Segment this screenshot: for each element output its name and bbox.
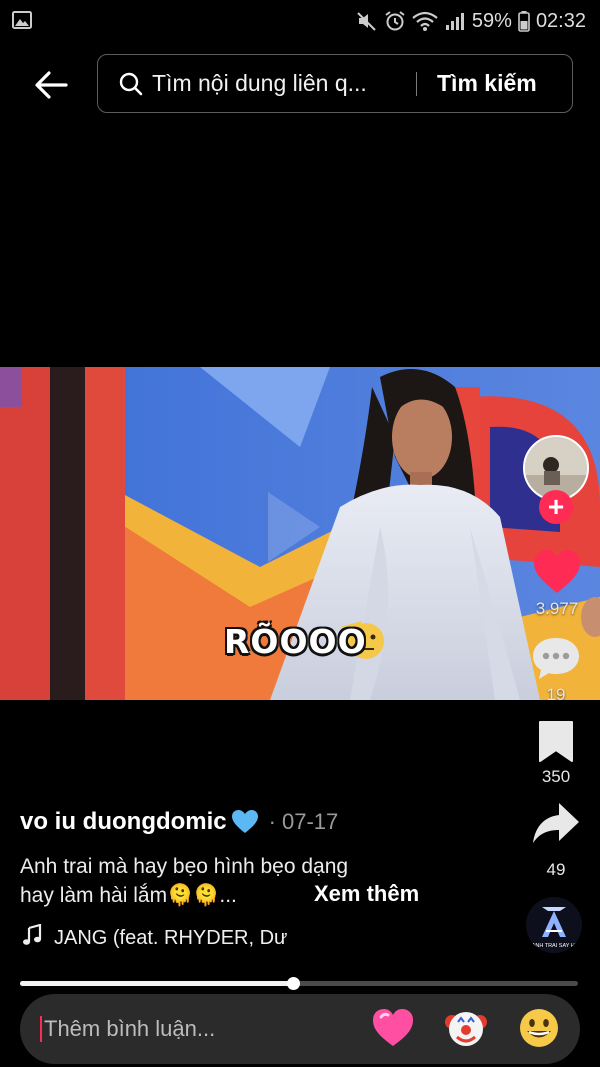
wifi-icon — [412, 11, 438, 31]
search-divider — [416, 71, 417, 96]
music-disc-label: ANH TRAI SAY HI — [532, 943, 577, 949]
post-date: 07-17 — [281, 809, 339, 834]
progress-bar[interactable] — [20, 977, 578, 990]
share-count: 49 — [546, 860, 566, 879]
comment-button[interactable]: 19 — [521, 635, 591, 705]
post-description: Anh trai mà hay bẹo hình bẹo dạng hay là… — [20, 852, 520, 910]
back-arrow-icon — [35, 71, 68, 99]
search-button[interactable]: Tìm kiếm — [437, 70, 537, 97]
music-track[interactable]: JANG (feat. RHYDER, Dư — [22, 923, 288, 952]
comment-bubble-icon — [533, 638, 579, 679]
gallery-icon — [12, 11, 32, 29]
grin-emoji-button[interactable] — [517, 1006, 561, 1050]
see-more-link[interactable]: Xem thêm — [314, 881, 419, 907]
separator-dot: · — [268, 809, 276, 834]
search-icon — [119, 72, 143, 95]
music-note-icon — [22, 923, 42, 952]
music-disc-logo: ANH TRAI SAY HI — [526, 897, 582, 953]
music-title: JANG (feat. RHYDER, Dư — [54, 926, 288, 949]
battery-percent: 59% — [471, 9, 512, 32]
follow-button[interactable]: + — [539, 490, 573, 524]
progress-thumb[interactable] — [287, 977, 301, 990]
battery-icon — [518, 11, 530, 32]
save-count: 350 — [541, 767, 571, 786]
comment-count: 19 — [546, 685, 566, 704]
comment-bar: Thêm bình luận... — [20, 994, 580, 1064]
text-caret — [40, 1016, 42, 1042]
bookmark-icon — [539, 721, 573, 762]
back-button[interactable] — [28, 62, 74, 108]
search-box[interactable]: Tìm nội dung liên q... Tìm kiếm — [97, 54, 573, 113]
heart-emoji-button[interactable] — [371, 1006, 415, 1050]
video-caption-overlay: RÕOOO — [224, 622, 367, 661]
alarm-icon — [385, 11, 405, 31]
description-line-1: Anh trai mà hay bẹo hình bẹo dạng — [20, 855, 349, 878]
save-button[interactable]: 350 — [521, 719, 591, 787]
blue-heart-icon — [231, 810, 258, 833]
share-arrow-icon — [533, 803, 579, 843]
username[interactable]: vo iu duongdomic — [20, 808, 227, 836]
mute-icon — [357, 12, 376, 31]
description-line-2: hay làm hài lắm🫠🫠... — [20, 884, 237, 907]
clown-emoji-button[interactable] — [444, 1006, 488, 1050]
plus-icon: + — [547, 491, 565, 522]
share-button[interactable]: 49 — [521, 800, 591, 880]
status-bar: 59% 02:32 — [0, 0, 600, 42]
username-row: vo iu duongdomic · 07-17 — [20, 808, 338, 836]
comment-input[interactable]: Thêm bình luận... — [44, 1016, 364, 1042]
status-icons: 59% 02:32 — [356, 8, 586, 34]
heart-icon — [534, 550, 580, 593]
search-input[interactable]: Tìm nội dung liên q... — [152, 70, 400, 97]
progress-fill — [20, 981, 294, 986]
like-button[interactable]: 3.977 — [522, 549, 592, 619]
like-count: 3.977 — [535, 599, 579, 618]
clock: 02:32 — [535, 9, 586, 32]
music-disc[interactable]: ANH TRAI SAY HI — [526, 897, 582, 953]
signal-icon — [445, 13, 464, 30]
